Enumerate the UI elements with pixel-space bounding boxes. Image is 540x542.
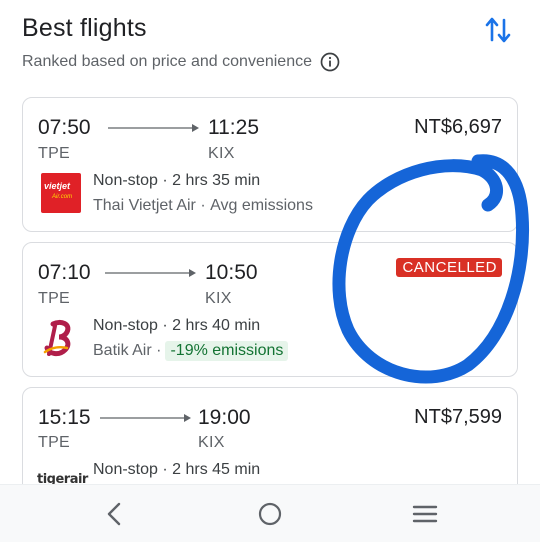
airline-info: Batik Air · -19% emissions	[93, 341, 289, 361]
departure-time: 15:15	[38, 406, 91, 429]
airline-name: Thai Vietjet Air	[93, 197, 196, 214]
destination-airport: KIX	[198, 434, 225, 451]
duration-text: 2 hrs 45 min	[172, 461, 261, 478]
recents-icon[interactable]	[412, 501, 438, 527]
departure-time: 07:10	[38, 261, 91, 284]
page-title: Best flights	[22, 14, 147, 42]
duration-text: 2 hrs 40 min	[172, 317, 261, 334]
route-arrow-icon	[105, 269, 196, 277]
cancelled-badge: CANCELLED	[396, 258, 502, 277]
vietjet-logo: vietjet Air.com	[41, 173, 81, 213]
info-icon[interactable]	[320, 52, 340, 72]
destination-airport: KIX	[208, 145, 235, 162]
batik-air-logo	[43, 319, 71, 357]
stops-text: Non-stop	[93, 461, 158, 478]
arrival-time: 11:25	[208, 116, 259, 139]
route-info: Non-stop · 2 hrs 40 min	[93, 317, 261, 334]
emissions-badge: -19% emissions	[165, 341, 289, 361]
origin-airport: TPE	[38, 434, 71, 451]
emissions-text: Avg emissions	[210, 197, 313, 214]
arrival-time: 19:00	[198, 406, 251, 429]
page-subtitle: Ranked based on price and convenience	[22, 52, 340, 72]
route-arrow-icon	[108, 124, 199, 132]
origin-airport: TPE	[38, 290, 71, 307]
destination-airport: KIX	[205, 290, 232, 307]
home-icon[interactable]	[257, 501, 283, 527]
svg-text:Air.com: Air.com	[51, 194, 72, 200]
results-header: Best flights Ranked based on price and c…	[22, 14, 520, 72]
duration-text: 2 hrs 35 min	[172, 172, 261, 189]
back-icon[interactable]	[102, 501, 128, 527]
flight-card[interactable]: 07:50 11:25 TPE KIX NT$6,697 vietjet Air…	[22, 97, 518, 232]
route-info: Non-stop · 2 hrs 35 min	[93, 172, 261, 189]
flight-card[interactable]: 07:10 10:50 TPE KIX CANCELLED Non-stop ·…	[22, 242, 518, 377]
flight-price: NT$6,697	[414, 116, 502, 138]
departure-time: 07:50	[38, 116, 91, 139]
arrival-time: 10:50	[205, 261, 258, 284]
airline-name: Batik Air	[93, 342, 152, 359]
airline-info: Thai Vietjet Air · Avg emissions	[93, 197, 313, 214]
logo-wordmark: vietjet	[44, 181, 71, 191]
subtitle-text: Ranked based on price and convenience	[22, 53, 312, 70]
flight-price: NT$7,599	[414, 406, 502, 428]
route-arrow-icon	[100, 414, 191, 422]
stops-text: Non-stop	[93, 172, 158, 189]
origin-airport: TPE	[38, 145, 71, 162]
system-navigation-bar	[0, 484, 540, 542]
swap-vertical-icon[interactable]	[484, 14, 512, 46]
stops-text: Non-stop	[93, 317, 158, 334]
route-info: Non-stop · 2 hrs 45 min	[93, 461, 261, 478]
